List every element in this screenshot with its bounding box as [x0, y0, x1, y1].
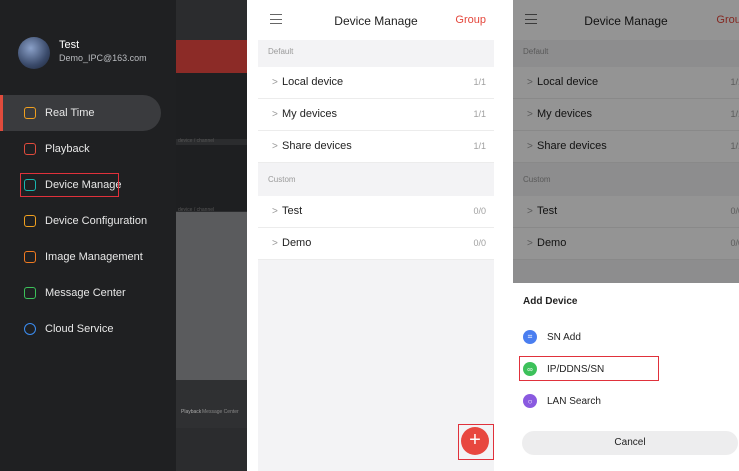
- search-icon: ○: [523, 394, 537, 408]
- list-item-label: Test: [282, 205, 303, 217]
- menu-item-image-management[interactable]: Image Management: [0, 239, 176, 275]
- list-item-count: 1/1: [473, 77, 486, 87]
- background-tabbar: [176, 380, 247, 428]
- option-label: LAN Search: [547, 395, 601, 407]
- option-label: SN Add: [547, 331, 581, 343]
- menu-item-device-configuration[interactable]: Device Configuration: [0, 203, 176, 239]
- list-item-count: 1/1: [473, 141, 486, 151]
- list-item-my-devices[interactable]: > My devices 1/1: [258, 99, 494, 131]
- list-item-label: Local device: [282, 76, 344, 88]
- option-lan-search[interactable]: ○ LAN Search: [523, 390, 601, 412]
- ip-option-highlight: [519, 356, 659, 381]
- cloud-icon: [24, 323, 36, 335]
- message-icon: [24, 287, 36, 299]
- device-manage-screen: Device Manage Group Default > Local devi…: [258, 0, 494, 471]
- avatar[interactable]: [18, 37, 50, 69]
- section-label-custom: Custom: [268, 175, 296, 184]
- play-icon: [24, 107, 36, 119]
- list-item-count: 0/0: [473, 238, 486, 248]
- background-channel-label: device / channel: [178, 138, 215, 144]
- add-device-sheet: Add Device ⌗ SN Add ∞ IP/DDNS/SN ○ LAN S…: [513, 283, 739, 471]
- list-item-local-device[interactable]: > Local device 1/1: [258, 67, 494, 99]
- list-item-label: Demo: [282, 237, 312, 249]
- modal-backdrop[interactable]: [513, 0, 739, 283]
- chevron-right-icon: >: [272, 141, 278, 152]
- chevron-right-icon: >: [272, 238, 278, 249]
- list-item-share-devices[interactable]: > Share devices 1/1: [258, 131, 494, 163]
- option-sn-add[interactable]: ⌗ SN Add: [523, 326, 581, 348]
- top-bar: Device Manage Group: [258, 0, 494, 40]
- list-item-demo[interactable]: > Demo 0/0: [258, 228, 494, 260]
- menu-item-label: Image Management: [45, 251, 143, 263]
- menu-item-cloud-service[interactable]: Cloud Service: [0, 311, 176, 347]
- background-tab-message: Message Center: [202, 409, 239, 415]
- list-item-label: My devices: [282, 108, 338, 120]
- device-manage-highlight: [20, 173, 119, 197]
- background-video-tile: [176, 73, 247, 139]
- menu-item-real-time[interactable]: Real Time: [0, 95, 161, 131]
- list-item-label: Share devices: [282, 140, 352, 152]
- menu-item-label: Message Center: [45, 287, 126, 299]
- list-item-count: 1/1: [473, 109, 486, 119]
- film-icon: [24, 143, 36, 155]
- menu-item-label: Cloud Service: [45, 323, 114, 335]
- chevron-right-icon: >: [272, 109, 278, 120]
- list-item-count: 0/0: [473, 206, 486, 216]
- config-icon: [24, 215, 36, 227]
- menu-item-message-center[interactable]: Message Center: [0, 275, 176, 311]
- group-button[interactable]: Group: [455, 14, 486, 26]
- image-icon: [24, 251, 36, 263]
- background-tab-playback: Playback: [181, 409, 202, 415]
- menu-item-playback[interactable]: Playback: [0, 131, 176, 167]
- nav-drawer-screen: device / channel device / channel Playba…: [0, 0, 247, 471]
- chevron-right-icon: >: [272, 77, 278, 88]
- sheet-title: Add Device: [523, 296, 578, 307]
- background-panel: [176, 212, 247, 380]
- background-video-tile: [176, 145, 247, 211]
- add-device-screen: Device Manage Group Default > Local devi…: [513, 0, 739, 471]
- list-item-test[interactable]: > Test 0/0: [258, 196, 494, 228]
- menu-item-label: Device Configuration: [45, 215, 148, 227]
- chevron-right-icon: >: [272, 206, 278, 217]
- menu-item-label: Playback: [45, 143, 90, 155]
- menu-item-label: Real Time: [45, 107, 95, 119]
- section-label-default: Default: [268, 47, 294, 56]
- user-name: Test: [59, 39, 80, 51]
- user-email: Demo_IPC@163.com: [59, 53, 147, 63]
- background-header: [176, 40, 247, 73]
- cancel-button[interactable]: Cancel: [522, 431, 738, 455]
- add-button-highlight: [458, 424, 494, 460]
- sn-icon: ⌗: [523, 330, 537, 344]
